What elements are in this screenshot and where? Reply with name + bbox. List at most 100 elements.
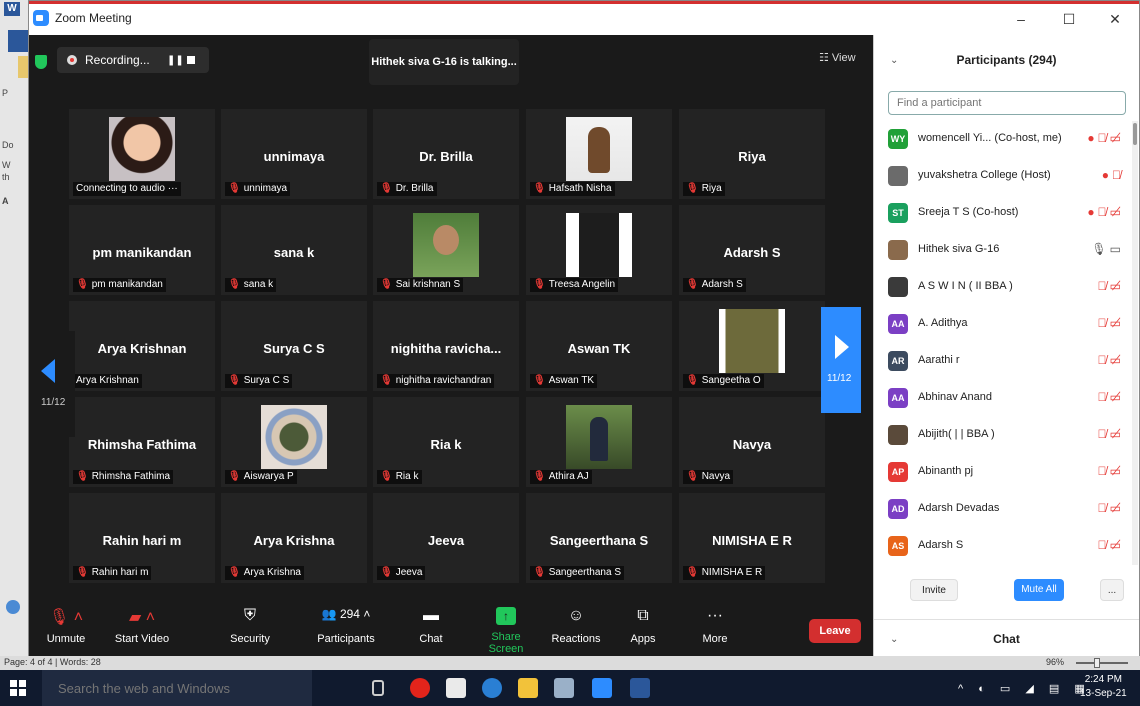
participant-row[interactable]: Abijith( | | BBA ) 🎙̸▭̸ (874, 417, 1132, 454)
clock[interactable]: 2:24 PM 13-Sep-21 (1080, 673, 1127, 701)
word-ribbon-strip (8, 30, 28, 52)
mute-all-button[interactable]: Mute All (1014, 579, 1064, 601)
participant-row[interactable]: AS Adarsh S 🎙̸▭̸ (874, 528, 1132, 565)
shield-icon: ⛨ (243, 607, 256, 624)
participant-tile[interactable]: sana k 🎙 sana k (221, 205, 367, 295)
participant-tile[interactable]: Riya 🎙 Riya (679, 109, 825, 199)
participant-tile[interactable]: Jeeva 🎙 Jeeva (373, 493, 519, 583)
participant-tile[interactable]: 🎙 Aiswarya P (221, 397, 367, 487)
tile-name: Riya (738, 149, 766, 164)
participant-row[interactable]: ST Sreeja T S (Co-host) ●🎙̸▭̸ (874, 195, 1132, 232)
tile-name: unnimaya (263, 149, 325, 164)
next-page-button[interactable]: 11/12 (821, 307, 861, 413)
participant-tile[interactable]: Surya C S 🎙 Surya C S (221, 301, 367, 391)
participant-tile[interactable]: Rhimsha Fathima 🎙 Rhimsha Fathima (69, 397, 215, 487)
edge-icon[interactable] (482, 678, 502, 698)
participant-row[interactable]: AR Aarathi r 🎙̸▭̸ (874, 343, 1132, 380)
pause-recording-icon[interactable]: ❚❚ (167, 55, 184, 66)
participant-tile[interactable]: 🎙 Treesa Angelin (526, 205, 672, 295)
participant-tile[interactable]: NIMISHA E R 🎙 NIMISHA E R (679, 493, 825, 583)
participant-row[interactable]: Hithek siva G-16 🎙▭ (874, 232, 1132, 269)
participant-tile[interactable]: Adarsh S 🎙 Adarsh S (679, 205, 825, 295)
more-options-button[interactable]: ... (1100, 579, 1124, 601)
scrollbar-thumb[interactable] (1133, 123, 1137, 145)
window-title: Zoom Meeting (55, 11, 132, 25)
chat-button[interactable]: ▬ Chat (413, 607, 449, 645)
participant-tile[interactable]: 🎙 Athira AJ (526, 397, 672, 487)
participant-row[interactable]: AP Abinanth pj 🎙̸▭̸ (874, 454, 1132, 491)
participant-tile[interactable]: Arya Krishnan Arya Krishnan (69, 301, 215, 391)
security-button[interactable]: ⛨ Security (225, 607, 275, 645)
word-taskbar-icon[interactable] (630, 678, 650, 698)
more-button[interactable]: ··· More (697, 607, 733, 645)
leave-button[interactable]: Leave (809, 619, 861, 643)
chat-header[interactable]: ⌄ Chat (874, 619, 1139, 657)
opera-icon[interactable] (410, 678, 430, 698)
file-explorer-icon[interactable] (518, 678, 538, 698)
participant-tile[interactable]: pm manikandan 🎙 pm manikandan (69, 205, 215, 295)
participant-photo (566, 117, 632, 181)
participant-row[interactable]: yuvakshetra College (Host) ●🎙̸ (874, 158, 1132, 195)
participant-tile[interactable]: 🎙 Sai krishnan S (373, 205, 519, 295)
help-icon[interactable] (6, 600, 20, 614)
apps-button[interactable]: ⧉ Apps (625, 607, 661, 645)
maximize-button[interactable]: ☐ (1047, 8, 1091, 30)
reactions-button[interactable]: ☺ Reactions (551, 607, 601, 645)
participant-tile[interactable]: Connecting to audio ··· (69, 109, 215, 199)
encryption-shield-icon[interactable] (35, 55, 47, 69)
share-screen-icon: ↑ (496, 607, 516, 625)
start-video-button[interactable]: ▰ ˄ Start Video (107, 607, 177, 645)
stop-recording-icon[interactable] (187, 56, 195, 64)
windows-start-icon[interactable] (10, 680, 26, 696)
participant-row[interactable]: WY womencell Yi... (Co-host, me) ●🎙̸▭̸ (874, 121, 1132, 158)
tile-label: 🎙 Ria k (377, 470, 422, 484)
avatar: AA (888, 314, 908, 334)
find-participant-input[interactable] (888, 91, 1126, 115)
zoom-slider[interactable] (1076, 662, 1128, 664)
zoom-taskbar-icon[interactable] (592, 678, 612, 698)
participant-tile[interactable]: Dr. Brilla 🎙 Dr. Brilla (373, 109, 519, 199)
participant-name: Adarsh S (918, 539, 964, 551)
close-button[interactable]: ✕ (1093, 8, 1137, 30)
word-app-icon[interactable]: W (4, 2, 20, 16)
participant-tile[interactable]: nighitha ravicha... 🎙 nighitha ravichandra… (373, 301, 519, 391)
tile-label: 🎙 Sangeerthana S (530, 566, 624, 580)
zoom-slider-handle[interactable] (1094, 658, 1100, 668)
participant-row[interactable]: AA A. Adithya 🎙̸▭̸ (874, 306, 1132, 343)
participant-row[interactable]: AA Abhinav Anand 🎙̸▭̸ (874, 380, 1132, 417)
share-screen-button[interactable]: ↑ Share Screen (473, 607, 539, 655)
word-count: Words: 28 (59, 657, 101, 667)
task-view-icon[interactable] (372, 680, 384, 696)
participant-tile[interactable]: unnimaya 🎙 unnimaya (221, 109, 367, 199)
paint-icon[interactable] (554, 678, 574, 698)
participants-button[interactable]: 👥 294 ˄ Participants (307, 607, 385, 645)
participant-tile[interactable]: 🎙 Sangeetha O (679, 301, 825, 391)
participant-tile[interactable]: Rahin hari m 🎙 Rahin hari m (69, 493, 215, 583)
word-text: A (2, 196, 9, 206)
participant-tile[interactable]: Navya 🎙 Navya (679, 397, 825, 487)
tile-label: 🎙 sana k (225, 278, 277, 292)
mic-off-icon: 🎙 (228, 375, 241, 386)
store-icon[interactable] (446, 678, 466, 698)
unmute-button[interactable]: 🎙 ˄ Unmute (41, 607, 91, 645)
minimize-button[interactable]: – (999, 8, 1043, 30)
participant-row[interactable]: A S W I N ( II BBA ) 🎙̸▭̸ (874, 269, 1132, 306)
participant-tile[interactable]: Aswan TK 🎙 Aswan TK (526, 301, 672, 391)
arrow-left-icon (41, 359, 55, 383)
taskbar-search-input[interactable] (42, 670, 312, 706)
invite-button[interactable]: Invite (910, 579, 958, 601)
participant-tile[interactable]: Arya Krishna 🎙 Arya Krishna (221, 493, 367, 583)
participant-list-scrollbar[interactable] (1132, 121, 1138, 565)
previous-page-button[interactable]: 11/12 (35, 331, 75, 437)
participant-tile[interactable]: 🎙 Hafsath Nisha (526, 109, 672, 199)
word-background-window: W P Do W th A (0, 0, 28, 670)
participant-tile[interactable]: Ria k 🎙 Ria k (373, 397, 519, 487)
avatar: ST (888, 203, 908, 223)
participant-name: A. Adithya (918, 317, 968, 329)
view-button[interactable]: ☷ View (819, 51, 856, 64)
system-tray-icons[interactable]: ^ ◐ ▭ ◢ ▤ ▦ (958, 682, 1091, 695)
video-on-icon: ▭ (1109, 242, 1124, 256)
participant-row[interactable]: AD Adarsh Devadas 🎙̸▭̸ (874, 491, 1132, 528)
video-off-icon: ▭̸ (1109, 205, 1124, 219)
participant-tile[interactable]: Sangeerthana S 🎙 Sangeerthana S (526, 493, 672, 583)
